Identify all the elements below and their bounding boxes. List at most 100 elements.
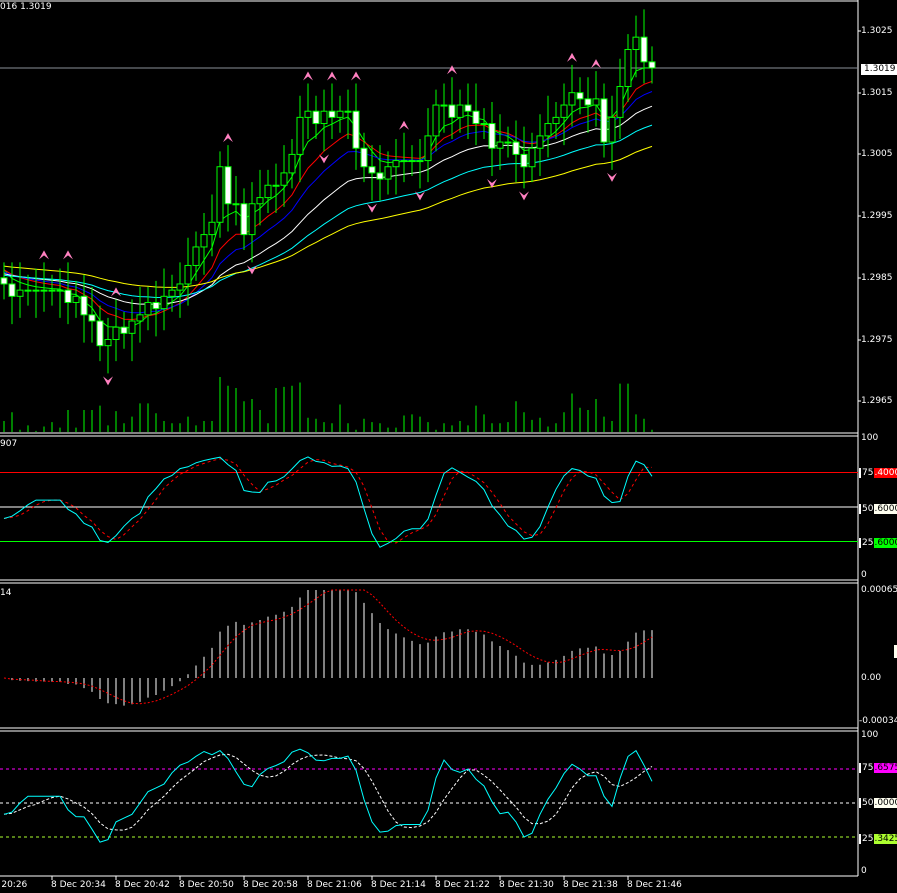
price-tick: 1.2975 — [861, 335, 893, 345]
fractal-down-icon — [367, 203, 377, 213]
price-tick: 1.3025 — [861, 26, 893, 36]
candle-body — [376, 172, 384, 180]
level-number: 25 — [859, 538, 875, 548]
chart-canvas[interactable] — [0, 0, 897, 893]
macd-axis-max: 0.00065 — [861, 585, 897, 595]
candle-body — [96, 320, 104, 347]
level-value: .6575 — [874, 763, 897, 773]
fractal-down-icon — [487, 178, 497, 188]
macd-signal-line — [3, 589, 653, 705]
time-label: 8 Dec 21:46 — [627, 880, 682, 890]
price-tick: 1.2995 — [861, 211, 893, 221]
oscillator-level-50: 50.0000 — [859, 798, 897, 809]
stochastic-level-25: 25.6000 — [859, 538, 897, 549]
fractal-up-icon — [591, 59, 601, 69]
candle-body — [40, 289, 48, 292]
candle-body — [304, 110, 312, 118]
chart-header: 016 1.3019 — [0, 2, 52, 13]
candle-body — [632, 36, 640, 51]
price-tick: 1.2965 — [861, 396, 893, 406]
level-value: .6000 — [874, 538, 897, 548]
candle-body — [88, 314, 96, 322]
candle-body — [600, 98, 608, 143]
candle-body — [440, 104, 448, 107]
time-label: 8 Dec 20:50 — [179, 880, 234, 890]
oscillator-axis-max: 100 — [861, 730, 879, 740]
candle-body — [272, 184, 280, 187]
stochastic-axis-min: 0 — [861, 570, 867, 580]
level-number: 25 — [859, 834, 875, 844]
oscillator-level-75: 75.6575 — [859, 763, 897, 774]
candle-body — [264, 184, 272, 199]
candle-body — [256, 197, 264, 205]
candle-body — [144, 301, 152, 316]
candle-body — [624, 49, 632, 88]
candle-body — [128, 320, 136, 334]
level-number: 50 — [859, 798, 875, 808]
candle-body — [472, 110, 480, 125]
level-value: .4000 — [874, 468, 897, 478]
level-number: 75 — [859, 468, 875, 478]
fractal-up-icon — [223, 133, 233, 143]
fractal-down-icon — [607, 172, 617, 182]
stochastic-axis-max: 100 — [861, 433, 879, 443]
price-tick: 1.3015 — [861, 88, 893, 98]
fractal-up-icon — [567, 52, 577, 62]
candle-body — [384, 166, 392, 180]
fractal-down-icon — [519, 191, 529, 201]
candle-body — [448, 104, 456, 118]
symbol-fragment: 016 — [0, 2, 18, 12]
level-number: 50 — [859, 504, 875, 514]
price-tick: 1.3005 — [861, 149, 893, 159]
candle-body — [488, 123, 496, 149]
candle-body — [576, 92, 584, 100]
candle-body — [176, 283, 184, 291]
candle-body — [200, 234, 208, 248]
candle-body — [64, 289, 72, 303]
candle-body — [552, 116, 560, 125]
candle-body — [400, 160, 408, 163]
oscillator-main-line — [3, 748, 653, 843]
candle-body — [648, 61, 656, 69]
candle-body — [464, 104, 472, 112]
fractal-up-icon — [63, 250, 73, 260]
time-label: 8 Dec 21:06 — [307, 880, 362, 890]
candle-body — [16, 289, 24, 297]
stochastic-main-line — [3, 456, 653, 548]
candle-body — [296, 116, 304, 155]
time-label: 8 Dec 21:30 — [499, 880, 554, 890]
candle-body — [320, 110, 328, 125]
time-label: ec 20:26 — [0, 880, 28, 890]
candle-body — [352, 110, 360, 149]
candle-body — [408, 160, 416, 163]
candle-body — [104, 339, 112, 347]
candle-body — [168, 289, 176, 297]
candle-body — [80, 295, 88, 316]
candle-body — [424, 135, 432, 162]
time-label: 8 Dec 20:42 — [115, 880, 170, 890]
candle-body — [48, 289, 56, 292]
candle-body — [120, 326, 128, 334]
candle-body — [232, 203, 240, 206]
level-value: .3425 — [874, 834, 897, 844]
candle-body — [560, 104, 568, 118]
macd-axis-zero: 0.00 — [861, 673, 882, 683]
candle-body — [616, 86, 624, 118]
candle-body — [336, 110, 344, 118]
candle-body — [456, 104, 464, 118]
current-price-tag: 1.3019 — [860, 63, 897, 76]
candle-body — [248, 203, 256, 236]
candle-body — [504, 141, 512, 144]
candle-body — [136, 314, 144, 322]
candle-body — [640, 36, 648, 63]
candle-body — [216, 166, 224, 223]
time-label: 8 Dec 21:38 — [563, 880, 618, 890]
candle-body — [360, 147, 368, 168]
level-value: .0000 — [874, 798, 897, 808]
candle-body — [512, 141, 520, 155]
candle-body — [112, 326, 120, 341]
moving-average-line — [3, 67, 652, 330]
candle-body — [224, 166, 232, 205]
candle-body — [528, 147, 536, 168]
candle-body — [368, 166, 376, 174]
